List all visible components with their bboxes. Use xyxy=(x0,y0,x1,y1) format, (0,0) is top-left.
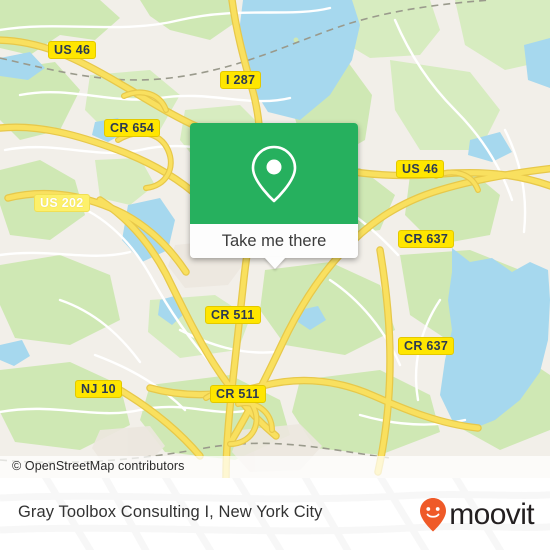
road-shield: NJ 10 xyxy=(75,380,122,398)
map-screenshot: US 46 I 287 CR 654 US 46 US 202 CR 637 CR 511 C… xyxy=(0,0,550,550)
road-shield: CR 654 xyxy=(104,119,161,137)
map-canvas[interactable]: US 46 I 287 CR 654 US 46 US 202 CR 637 CR 511 C… xyxy=(0,0,550,478)
moovit-logo[interactable]: moovit xyxy=(418,498,535,532)
popup-tail xyxy=(264,257,286,269)
location-popup[interactable]: Take me there xyxy=(190,123,358,269)
popup-action-label: Take me there xyxy=(221,231,327,250)
footer-bar: Gray Toolbox Consulting I, New York City… xyxy=(0,478,550,550)
map-pin-icon xyxy=(251,145,297,202)
page-title: Gray Toolbox Consulting I, New York City xyxy=(18,503,323,521)
road-shield: US 46 xyxy=(48,41,97,59)
road-shield: CR 637 xyxy=(398,230,455,248)
moovit-wordmark: moovit xyxy=(449,498,534,531)
road-shield: US 46 xyxy=(396,160,445,178)
road-shield: US 202 xyxy=(34,194,90,212)
road-shield: CR 511 xyxy=(205,306,261,324)
popup-action[interactable]: Take me there xyxy=(190,224,358,258)
road-shield: I 287 xyxy=(220,71,262,89)
popup-header xyxy=(190,123,358,224)
road-shield: CR 637 xyxy=(398,337,455,355)
map-attribution: © OpenStreetMap contributors xyxy=(0,456,550,478)
road-shield: CR 511 xyxy=(210,385,266,403)
attribution-text: © OpenStreetMap contributors xyxy=(12,459,185,473)
moovit-pin-icon xyxy=(420,498,447,532)
